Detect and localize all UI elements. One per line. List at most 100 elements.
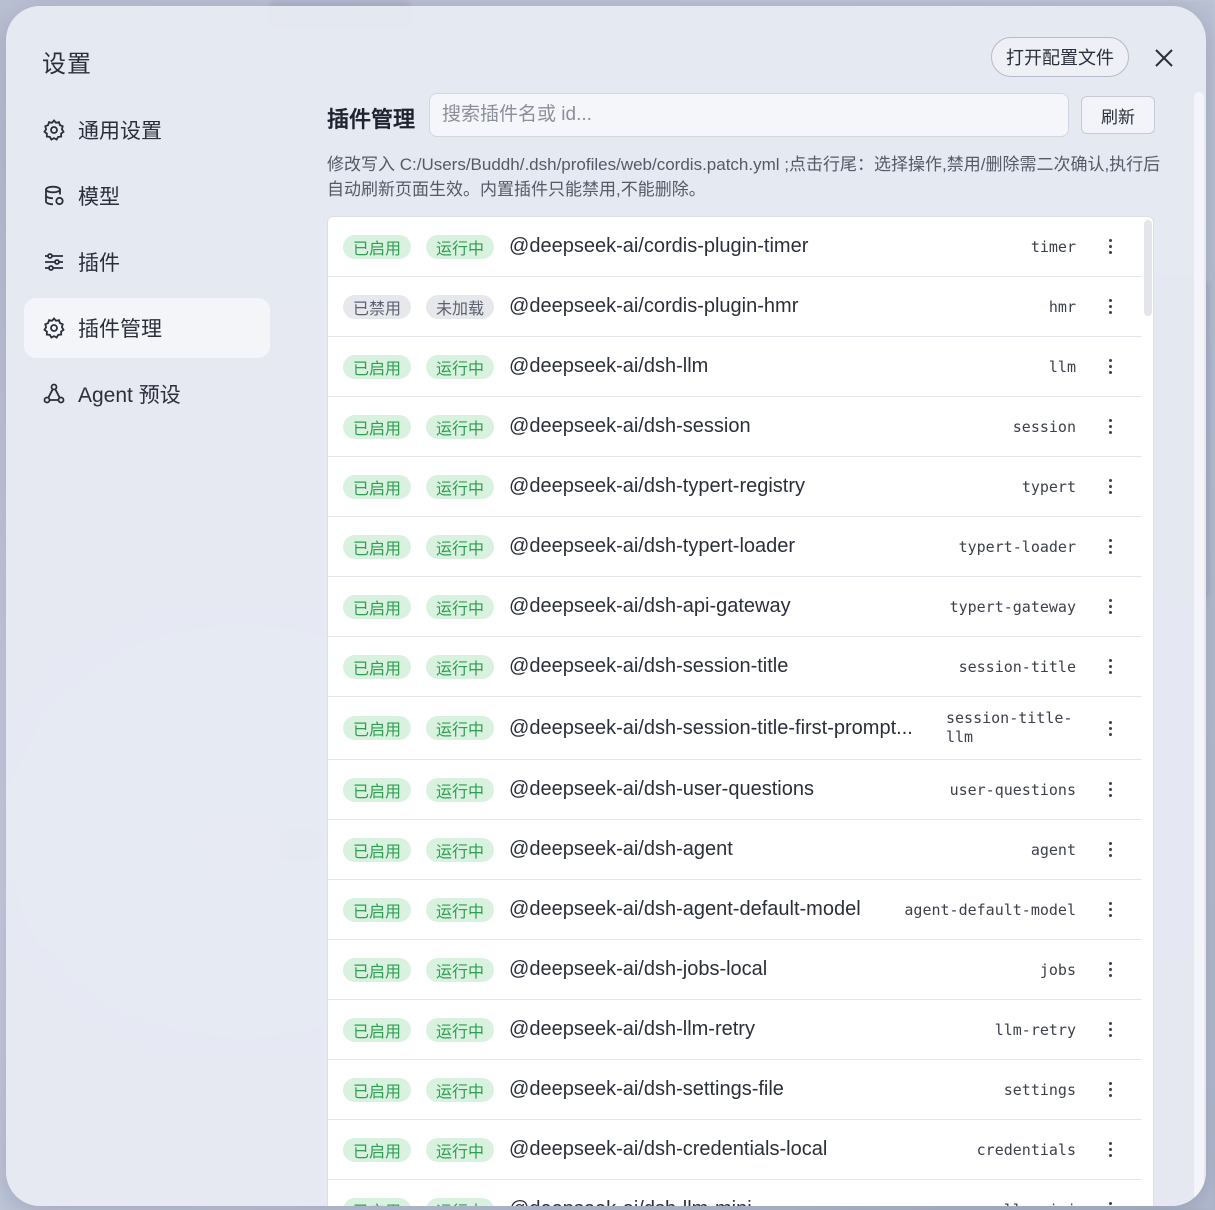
- status-badge: 已启用: [343, 594, 412, 619]
- more-actions-icon[interactable]: [1100, 232, 1120, 262]
- status-badge: 已禁用: [343, 294, 412, 319]
- more-actions-icon[interactable]: [1100, 592, 1120, 622]
- more-actions-icon[interactable]: [1100, 955, 1120, 985]
- more-actions-icon[interactable]: [1100, 412, 1120, 442]
- state-badge: 运行中: [426, 594, 495, 619]
- settings-dialog: 设置 通用设置 模型 插件 插件管理 Agent 预设 打开配置文件 插件管理 …: [6, 6, 1206, 1206]
- state-badge: 运行中: [426, 414, 495, 439]
- plugin-search-input[interactable]: [429, 93, 1069, 137]
- state-badge: 未加载: [426, 294, 495, 319]
- plugin-name: @deepseek-ai/dsh-llm-mini: [509, 1198, 992, 1206]
- plugin-name: @deepseek-ai/dsh-session: [509, 415, 751, 437]
- more-actions-icon[interactable]: [1100, 1015, 1120, 1045]
- plugin-row[interactable]: 已启用 运行中 @deepseek-ai/dsh-typert-loader type…: [328, 517, 1142, 577]
- close-icon[interactable]: [1150, 44, 1178, 72]
- nav-item-model[interactable]: 模型: [24, 166, 270, 226]
- plugin-row[interactable]: 已禁用 未加载 @deepseek-ai/cordis-plugin-hmr hmr: [328, 277, 1142, 337]
- status-badge: 已启用: [343, 837, 412, 862]
- plugin-row[interactable]: 已启用 运行中 @deepseek-ai/dsh-typert-registry ty…: [328, 457, 1142, 517]
- sliders-icon: [42, 250, 66, 274]
- plugin-row[interactable]: 已启用 运行中 @deepseek-ai/dsh-api-gateway typert…: [328, 577, 1142, 637]
- plugin-row[interactable]: 已启用 运行中 @deepseek-ai/dsh-session-title-fir…: [328, 697, 1142, 760]
- plugin-name: @deepseek-ai/dsh-session-title: [509, 655, 789, 677]
- more-actions-icon[interactable]: [1100, 352, 1120, 382]
- plugin-row[interactable]: 已启用 运行中 @deepseek-ai/dsh-jobs-local jobs: [328, 940, 1142, 1000]
- plugin-name: @deepseek-ai/dsh-credentials-local: [509, 1138, 828, 1160]
- state-badge: 运行中: [426, 474, 495, 499]
- more-actions-icon[interactable]: [1100, 775, 1120, 805]
- status-badge: 已启用: [343, 354, 412, 379]
- gear-icon: [42, 316, 66, 340]
- plugin-name: @deepseek-ai/dsh-typert-registry: [509, 475, 806, 497]
- more-actions-icon[interactable]: [1100, 835, 1120, 865]
- plugin-id: timer: [1030, 237, 1076, 256]
- nav-item-plugin-management[interactable]: 插件管理: [24, 298, 270, 358]
- more-actions-icon[interactable]: [1100, 895, 1120, 925]
- more-actions-icon[interactable]: [1100, 292, 1120, 322]
- settings-nav: 通用设置 模型 插件 插件管理 Agent 预设: [24, 100, 270, 430]
- plugin-row[interactable]: 已启用 运行中 @deepseek-ai/dsh-user-questions use…: [328, 760, 1142, 820]
- plugin-name: @deepseek-ai/dsh-typert-loader: [509, 535, 796, 557]
- refresh-button[interactable]: 刷新: [1081, 96, 1155, 134]
- plugin-row[interactable]: 已启用 运行中 @deepseek-ai/dsh-llm llm: [328, 337, 1142, 397]
- more-actions-icon[interactable]: [1100, 652, 1120, 682]
- section-title: 插件管理: [327, 107, 416, 132]
- plugin-id: llm-retry: [994, 1020, 1076, 1039]
- plugin-description: 修改写入 C:/Users/Buddh/.dsh/profiles/web/co…: [327, 155, 1161, 199]
- plugin-id: settings: [1003, 1080, 1076, 1099]
- plugin-row[interactable]: 已启用 运行中 @deepseek-ai/dsh-credentials-local…: [328, 1120, 1142, 1180]
- more-actions-icon[interactable]: [1100, 1135, 1120, 1165]
- plugin-name: @deepseek-ai/cordis-plugin-hmr: [509, 295, 799, 317]
- dialog-scrollbar[interactable]: [1194, 92, 1204, 1206]
- plugin-row[interactable]: 已启用 运行中 @deepseek-ai/dsh-llm-mini llm-mini: [328, 1180, 1142, 1206]
- more-actions-icon[interactable]: [1100, 713, 1120, 743]
- nav-item-label: 插件管理: [78, 318, 162, 341]
- agent-network-icon: [42, 382, 66, 406]
- status-badge: 已启用: [343, 654, 412, 679]
- plugin-id: typert-loader: [958, 537, 1076, 556]
- plugin-name: @deepseek-ai/dsh-agent: [509, 838, 733, 860]
- plugin-row[interactable]: 已启用 运行中 @deepseek-ai/dsh-session-title sess…: [328, 637, 1142, 697]
- more-actions-icon[interactable]: [1100, 1075, 1120, 1105]
- status-badge: 已启用: [343, 777, 412, 802]
- nav-item-label: 插件: [78, 252, 120, 275]
- plugin-name: @deepseek-ai/dsh-jobs-local: [509, 958, 768, 980]
- plugin-id: agent: [1030, 840, 1076, 859]
- more-actions-icon[interactable]: [1100, 1195, 1120, 1207]
- plugin-id: typert: [1021, 477, 1076, 496]
- nav-item-agent-presets[interactable]: Agent 预设: [24, 364, 270, 424]
- plugin-row[interactable]: 已启用 运行中 @deepseek-ai/dsh-llm-retry llm-retr…: [328, 1000, 1142, 1060]
- database-icon: [42, 184, 66, 208]
- nav-item-label: 模型: [78, 186, 120, 209]
- plugin-row[interactable]: 已启用 运行中 @deepseek-ai/dsh-agent-default-mod…: [328, 880, 1142, 940]
- plugin-id: session-title: [958, 657, 1076, 676]
- status-badge: 已启用: [343, 474, 412, 499]
- plugin-row[interactable]: 已启用 运行中 @deepseek-ai/dsh-settings-file sett…: [328, 1060, 1142, 1120]
- state-badge: 运行中: [426, 654, 495, 679]
- plugin-name: @deepseek-ai/dsh-agent-default-model: [509, 898, 861, 920]
- plugin-id: credentials: [976, 1140, 1076, 1159]
- plugin-id: typert-gateway: [949, 597, 1076, 616]
- state-badge: 运行中: [426, 837, 495, 862]
- state-badge: 运行中: [426, 1137, 495, 1162]
- nav-item-plugins[interactable]: 插件: [24, 232, 270, 292]
- plugin-row[interactable]: 已启用 运行中 @deepseek-ai/cordis-plugin-timer ti…: [328, 217, 1142, 277]
- plugin-row[interactable]: 已启用 运行中 @deepseek-ai/dsh-session session: [328, 397, 1142, 457]
- plugin-row[interactable]: 已启用 运行中 @deepseek-ai/dsh-agent agent: [328, 820, 1142, 880]
- more-actions-icon[interactable]: [1100, 532, 1120, 562]
- status-badge: 已启用: [343, 1197, 412, 1206]
- plugin-name: @deepseek-ai/dsh-settings-file: [509, 1078, 784, 1100]
- open-config-file-button[interactable]: 打开配置文件: [991, 37, 1129, 77]
- list-scrollbar[interactable]: [1144, 220, 1152, 316]
- plugin-list: 已启用 运行中 @deepseek-ai/cordis-plugin-timer ti…: [327, 216, 1154, 1206]
- plugin-name: @deepseek-ai/dsh-llm: [509, 355, 709, 377]
- nav-item-general[interactable]: 通用设置: [24, 100, 270, 160]
- plugin-id: llm-mini: [1004, 1201, 1076, 1207]
- more-actions-icon[interactable]: [1100, 472, 1120, 502]
- plugin-id: jobs: [1039, 960, 1076, 979]
- state-badge: 运行中: [426, 1017, 495, 1042]
- status-badge: 已启用: [343, 1017, 412, 1042]
- nav-item-label: Agent 预设: [78, 384, 181, 407]
- plugin-id: session: [1012, 417, 1076, 436]
- plugin-name: @deepseek-ai/dsh-llm-retry: [509, 1018, 755, 1040]
